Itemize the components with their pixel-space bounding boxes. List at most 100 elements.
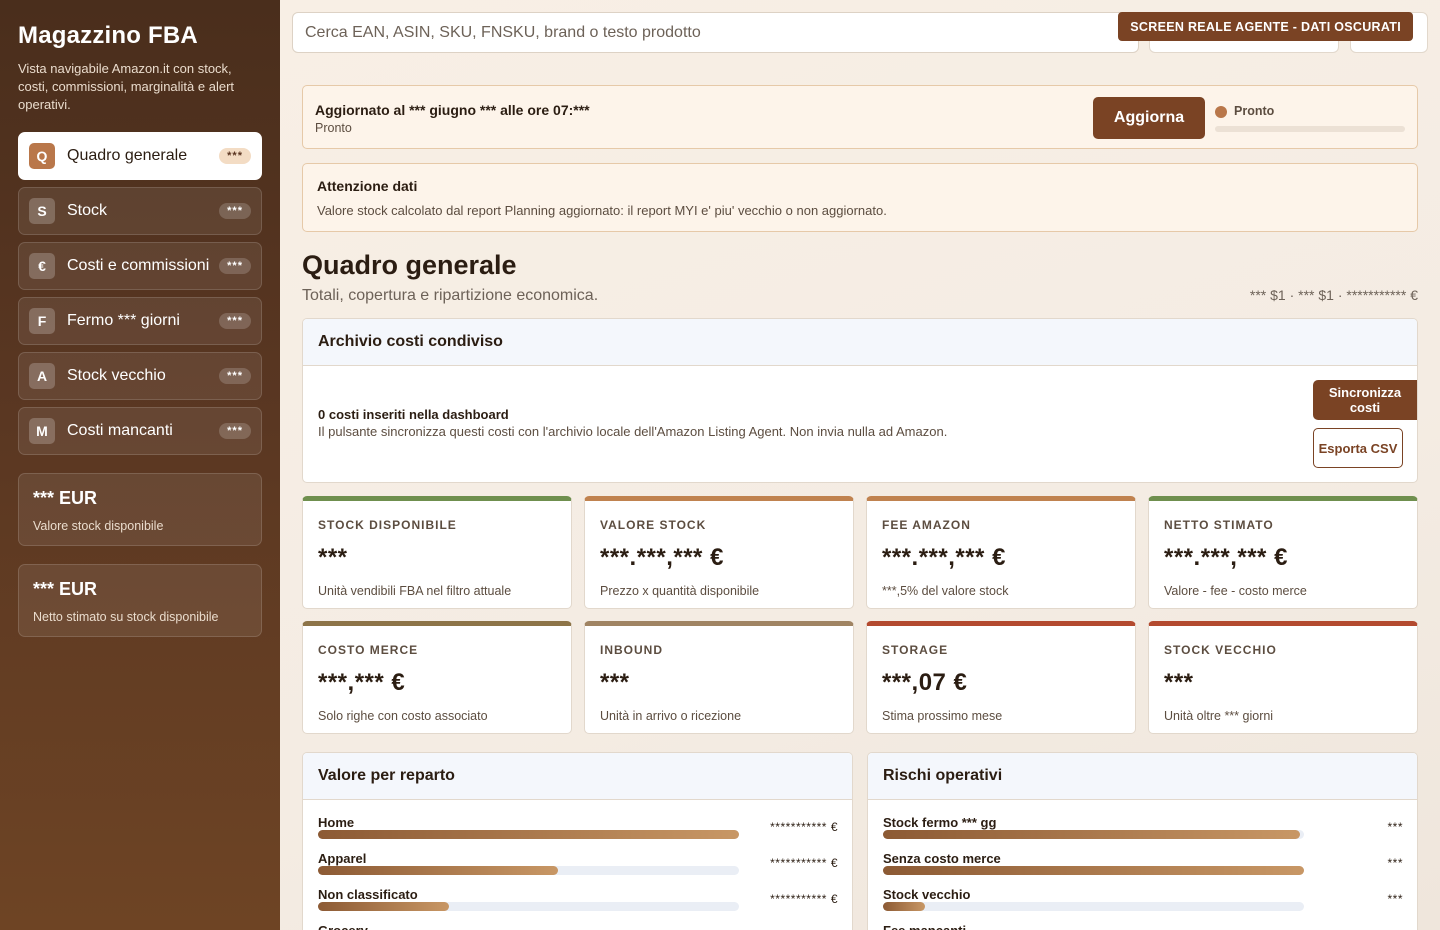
sidebar-item-badge: *** [219, 258, 251, 274]
kpi-value: *** [318, 544, 348, 571]
warning-panel: Attenzione dati Valore stock calcolato d… [302, 163, 1418, 232]
sidebar-item-badge: *** [219, 313, 251, 329]
bar-row: Home *********** € [303, 800, 852, 839]
kpi-note: Prezzo x quantità disponibile [600, 584, 760, 598]
bar-label: Apparel [318, 851, 367, 866]
main-content: SCREEN REALE AGENTE - DATI OSCURATI Aggi… [280, 0, 1440, 930]
status-label: Pronto [1234, 104, 1275, 118]
sidebar-item-label: Fermo *** giorni [67, 312, 180, 329]
warning-text: Valore stock calcolato dal report Planni… [317, 203, 887, 218]
risks-title: Rischi operativi [868, 753, 1417, 800]
sidebar-item-label: Stock [67, 202, 108, 219]
archive-title: Archivio costi condiviso [303, 319, 1417, 366]
agent-badge: SCREEN REALE AGENTE - DATI OSCURATI [1118, 12, 1413, 41]
bar-value: *********** € [770, 820, 838, 834]
kpi-note: Valore - fee - costo merce [1164, 584, 1307, 598]
bar-label: Home [318, 815, 355, 830]
kpi-label: VALORE STOCK [600, 518, 707, 532]
sidebar-item-badge: *** [219, 368, 251, 384]
update-subtitle: Pronto [315, 121, 352, 135]
progress-bar [1215, 126, 1405, 132]
sidebar-item-letter-icon: F [29, 308, 55, 334]
sidebar-item-2[interactable]: € Costi e commissioni *** [18, 242, 262, 290]
reparto-title: Valore per reparto [303, 753, 852, 800]
kpi-note: Unità oltre *** giorni [1164, 709, 1274, 723]
export-csv-button[interactable]: Esporta CSV [1313, 428, 1403, 468]
summary-label: Valore stock disponibile [33, 519, 164, 533]
bar-value: *********** € [770, 892, 838, 906]
sidebar-item-letter-icon: € [29, 253, 55, 279]
status-dot-icon [1215, 106, 1227, 118]
sidebar-nav: Q Quadro generale *** S Stock *** € Costi e com… [18, 132, 262, 455]
bar-row: Stock vecchio *** [868, 872, 1417, 911]
bar-row: Stock fermo *** gg *** [868, 800, 1417, 839]
kpi-card: VALORE STOCK ***.***,*** € Prezzo x quanti… [584, 496, 854, 609]
sidebar-item-label: Quadro generale [67, 147, 188, 164]
bar-label: Grocery [318, 923, 368, 930]
bar-row: Non classificato *********** € [303, 872, 852, 911]
bar-row: Apparel *********** € [303, 836, 852, 875]
sidebar-item-5[interactable]: M Costi mancanti *** [18, 407, 262, 455]
kpi-value: *** [600, 669, 630, 696]
summary-label: Netto stimato su stock disponibile [33, 610, 219, 624]
app-subtitle: Vista navigabile Amazon.it con stock, co… [18, 61, 235, 112]
summary-value: *** EUR [33, 488, 98, 508]
sync-costs-button[interactable]: Sincronizza costi [1313, 380, 1417, 420]
bar-row: Senza costo merce *** [868, 836, 1417, 875]
kpi-label: INBOUND [600, 643, 663, 657]
kpi-card: FEE AMAZON ***.***,*** € ***,5% del valore… [866, 496, 1136, 609]
kpi-card: STOCK VECCHIO *** Unità oltre *** giorni [1148, 621, 1418, 734]
kpi-note: Unità in arrivo o ricezione [600, 709, 742, 723]
kpi-card: NETTO STIMATO ***.***,*** € Valore - fee -… [1148, 496, 1418, 609]
bar-value: *********** € [770, 856, 838, 870]
reparto-list: Home *********** € Apparel *********** € Non… [303, 800, 852, 930]
kpi-label: NETTO STIMATO [1164, 518, 1274, 532]
kpi-value: ***.***,*** € [1164, 544, 1288, 571]
risks-list: Stock fermo *** gg *** Senza costo merce **… [868, 800, 1417, 930]
kpi-note: Unità vendibili FBA nel filtro attuale [318, 584, 512, 598]
sidebar-summary-card: *** EUR Netto stimato su stock disponibil… [18, 564, 262, 637]
bar-label: Non classificato [318, 887, 418, 902]
bar-value: *** [1387, 856, 1403, 870]
sidebar-item-letter-icon: A [29, 363, 55, 389]
sidebar: Magazzino FBA Vista navigabile Amazon.it… [0, 0, 280, 930]
bar-row: Fee mancanti [868, 908, 1417, 930]
sidebar-item-0[interactable]: Q Quadro generale *** [18, 132, 262, 180]
reparto-card: Valore per reparto Home *********** € Appa… [302, 752, 853, 930]
sidebar-item-letter-icon: S [29, 198, 55, 224]
kpi-value: ***,*** € [318, 669, 406, 696]
bar-label: Fee mancanti [883, 923, 966, 930]
update-panel: Aggiornato al *** giugno *** alle ore 07… [302, 85, 1418, 149]
kpi-card: COSTO MERCE ***,*** € Solo righe con costo… [302, 621, 572, 734]
kpi-label: FEE AMAZON [882, 518, 971, 532]
sidebar-item-3[interactable]: F Fermo *** giorni *** [18, 297, 262, 345]
bar-label: Stock fermo *** gg [883, 815, 997, 830]
archive-count: 0 costi inseriti nella dashboard [318, 407, 509, 422]
sidebar-item-label: Costi mancanti [67, 422, 173, 439]
warning-title: Attenzione dati [317, 178, 418, 194]
sidebar-item-badge: *** [219, 203, 251, 219]
sidebar-item-label: Costi e commissioni [67, 257, 210, 274]
update-title: Aggiornato al *** giugno *** alle ore 07… [315, 102, 590, 118]
sidebar-item-letter-icon: Q [29, 143, 55, 169]
kpi-card: INBOUND *** Unità in arrivo o ricezione [584, 621, 854, 734]
kpi-label: STOCK VECCHIO [1164, 643, 1277, 657]
kpi-label: STOCK DISPONIBILE [318, 518, 457, 532]
sidebar-item-badge: *** [219, 148, 251, 164]
kpi-note: Solo righe con costo associato [318, 709, 488, 723]
sidebar-item-4[interactable]: A Stock vecchio *** [18, 352, 262, 400]
sidebar-item-letter-icon: M [29, 418, 55, 444]
sidebar-item-1[interactable]: S Stock *** [18, 187, 262, 235]
kpi-value: ***.***,*** € [600, 544, 724, 571]
kpi-label: COSTO MERCE [318, 643, 419, 657]
kpi-value: ***,07 € [882, 669, 968, 696]
refresh-button[interactable]: Aggiorna [1093, 97, 1205, 139]
archive-panel: Archivio costi condiviso 0 costi inserit… [302, 318, 1418, 483]
sidebar-cards: *** EUR Valore stock disponibile *** EUR Ne… [18, 473, 262, 637]
sidebar-item-label: Stock vecchio [67, 367, 166, 384]
kpi-note: Stima prossimo mese [882, 709, 1003, 723]
search-input[interactable] [292, 12, 1139, 53]
bar-value: *** [1387, 820, 1403, 834]
page-meta: *** $1 · *** $1 · *********** € [1249, 287, 1418, 303]
bar-row: Grocery [303, 908, 852, 930]
